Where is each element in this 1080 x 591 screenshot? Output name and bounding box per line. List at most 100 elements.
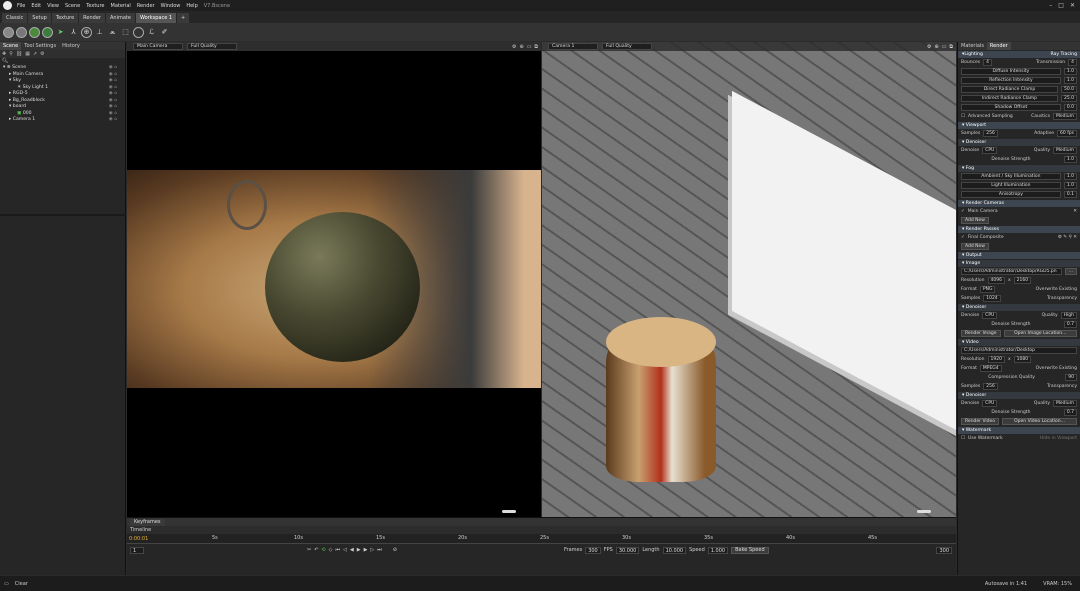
slider-fog-anisotropy[interactable]: Anisotropy 0.1 xyxy=(958,190,1080,199)
slider-image-denoise-strength[interactable]: Denoise Strength 0.7 xyxy=(958,320,1080,329)
res-height[interactable]: 2160 xyxy=(1013,277,1032,284)
settings-icon[interactable]: ⚙ xyxy=(512,44,516,50)
bake-speed-button[interactable]: Bake Speed xyxy=(731,546,769,554)
remove-icon[interactable]: ✕ xyxy=(1073,209,1077,214)
material-ball-icon[interactable] xyxy=(16,26,27,38)
menu-view[interactable]: View xyxy=(47,3,59,9)
grid-icon[interactable]: ▦ xyxy=(25,51,30,57)
paint-select-icon[interactable]: ✐ xyxy=(159,27,170,38)
circle-select-icon[interactable] xyxy=(133,26,144,38)
section-fog[interactable]: ▾ Fog xyxy=(958,165,1080,172)
menu-material[interactable]: Material xyxy=(111,3,131,9)
section-render-cameras[interactable]: ▾ Render Cameras xyxy=(958,200,1080,207)
slider-indirect-clamp[interactable]: Indirect Radiance Clamp 25.0 xyxy=(958,94,1080,103)
tab-classic[interactable]: Classic xyxy=(2,13,28,23)
settings-icon[interactable]: ⚙ xyxy=(927,44,931,50)
add-icon[interactable]: ✚ xyxy=(2,51,6,57)
link-icon[interactable]: ⛓ xyxy=(16,51,22,57)
focus-icon[interactable]: ⊕ xyxy=(934,44,938,50)
pivot-icon[interactable]: ⩕ xyxy=(107,27,118,38)
menu-scene[interactable]: Scene xyxy=(65,3,80,9)
tree-item-camera-1[interactable]: ▸ Camera 1 ◉ ⌂ xyxy=(3,117,125,124)
prev-frame-icon[interactable]: ◀ xyxy=(350,547,354,553)
add-tab-button[interactable]: + xyxy=(177,13,190,23)
transmission-field[interactable]: 4 xyxy=(1068,59,1077,66)
quality-select[interactable]: Full Quality xyxy=(187,43,237,50)
speed-field[interactable]: 1.000 xyxy=(707,546,729,554)
next-frame-icon[interactable]: ▶ xyxy=(364,547,368,553)
end-frame-field[interactable]: 300 xyxy=(936,546,952,554)
cut-icon[interactable]: ✂ xyxy=(307,547,311,553)
frames-field[interactable]: 300 xyxy=(585,546,601,554)
tab-render[interactable]: Render xyxy=(79,13,105,23)
section-lighting[interactable]: ▾ Lighting Ray Tracing xyxy=(958,51,1080,58)
menu-render[interactable]: Render xyxy=(137,3,155,9)
select-arrow-icon[interactable]: ➤ xyxy=(55,27,66,38)
video-res-height[interactable]: 1080 xyxy=(1013,356,1032,363)
slider-fog-ambient[interactable]: Ambient / Sky Illumination 1.0 xyxy=(958,172,1080,181)
render-icon[interactable] xyxy=(42,26,53,38)
cursor-icon[interactable]: ➚ xyxy=(33,51,37,57)
tab-scene[interactable]: Scene xyxy=(0,42,22,50)
open-video-location-button[interactable]: Open Video Location... xyxy=(1002,418,1077,425)
last-frame-icon[interactable]: ⏭ xyxy=(377,547,382,553)
focus-icon[interactable]: ⊕ xyxy=(519,44,523,50)
video-res-width[interactable]: 1920 xyxy=(987,356,1005,363)
menu-texture[interactable]: Texture xyxy=(86,3,104,9)
rotate-icon[interactable]: ⊕ xyxy=(81,26,92,38)
bounces-field[interactable]: 4 xyxy=(983,59,993,66)
tab-animate[interactable]: Animate xyxy=(105,13,135,23)
tab-render-settings[interactable]: Render xyxy=(986,42,1011,50)
panel-splitter[interactable] xyxy=(0,214,126,216)
section-watermark[interactable]: ▾ Watermark xyxy=(958,427,1080,434)
prev-key-icon[interactable]: ◁ xyxy=(343,547,347,553)
slider-compression[interactable]: Compression Quality 90 xyxy=(958,373,1080,382)
denoise-select[interactable]: CPU xyxy=(982,147,998,154)
pass-settings-icon[interactable]: ⚙ ✎ ⚲ ✕ xyxy=(1058,235,1077,240)
res-width[interactable]: 4096 xyxy=(987,277,1005,284)
viewport-main-camera[interactable]: Main Camera Full Quality ⚙ ⊕ ▭ ⧉ xyxy=(127,42,541,517)
section-viewport[interactable]: ▾ Viewport xyxy=(958,122,1080,129)
section-image[interactable]: ▾ Image xyxy=(958,260,1080,267)
menu-window[interactable]: Window xyxy=(161,3,181,9)
image-denoise-select[interactable]: CPU xyxy=(982,312,998,319)
camera-select-2[interactable]: Camera 1 xyxy=(548,43,598,50)
search-icon[interactable]: 🔍︎ xyxy=(0,58,125,65)
quality-select-2[interactable]: Full Quality xyxy=(602,43,652,50)
video-format-select[interactable]: MPEG4 xyxy=(979,365,1002,372)
slider-reflection[interactable]: Reflection Intensity 1.0 xyxy=(958,76,1080,85)
next-key-icon[interactable]: ▷ xyxy=(370,547,374,553)
adv-sampling-checkbox[interactable]: ☐ xyxy=(961,114,965,119)
slider-diffuse[interactable]: Diffuse Intensity 1.0 xyxy=(958,67,1080,76)
adaptive-select[interactable]: 60 fps xyxy=(1057,130,1077,137)
close-icon[interactable]: ✕ xyxy=(1070,2,1075,9)
tab-history[interactable]: History xyxy=(59,42,83,50)
add-pass-button[interactable]: Add New xyxy=(961,243,989,250)
first-frame-icon[interactable]: ⏮ xyxy=(335,547,340,553)
open-image-location-button[interactable]: Open Image Location... xyxy=(1003,330,1077,337)
section-image-denoiser[interactable]: ▾ Denoiser xyxy=(958,304,1080,311)
menu-file[interactable]: File xyxy=(17,3,25,9)
viewport-camera-1[interactable]: Camera 1 Full Quality ⚙ ⊕ ▭ ⧉ xyxy=(542,42,956,517)
image-path-field[interactable]: C:/Users/Administrator/Desktop/RGD5.pn xyxy=(961,268,1062,275)
tab-texture[interactable]: Texture xyxy=(51,13,79,23)
slider-fog-light[interactable]: Light Illumination 1.0 xyxy=(958,181,1080,190)
video-denoise-select[interactable]: CPU xyxy=(982,400,998,407)
lasso-icon[interactable]: ℒ xyxy=(146,27,157,38)
camera-select[interactable]: Main Camera xyxy=(133,43,183,50)
menu-help[interactable]: Help xyxy=(186,3,197,9)
popout-icon[interactable]: ⧉ xyxy=(534,44,538,50)
render-image-button[interactable]: Render Image xyxy=(961,330,1001,337)
tab-workspace-1[interactable]: Workspace 1 xyxy=(135,13,177,23)
popout-icon[interactable]: ⧉ xyxy=(949,44,953,50)
sphere-icon[interactable] xyxy=(3,26,14,38)
play-icon[interactable]: ▶ xyxy=(357,547,361,553)
pass-checkbox[interactable]: ✓ xyxy=(961,235,965,240)
section-denoiser[interactable]: ▾ Denoiser xyxy=(958,139,1080,146)
format-select[interactable]: PNG xyxy=(979,286,996,293)
video-samples-field[interactable]: 256 xyxy=(983,383,998,390)
minimize-icon[interactable]: – xyxy=(1049,2,1052,9)
frame-field[interactable]: 1 xyxy=(130,546,144,554)
timeline-ruler[interactable]: 0:00:01 5s 10s 15s 20s 25s 30s 35s 40s 4… xyxy=(127,534,956,544)
section-render-passes[interactable]: ▾ Render Passes xyxy=(958,226,1080,233)
